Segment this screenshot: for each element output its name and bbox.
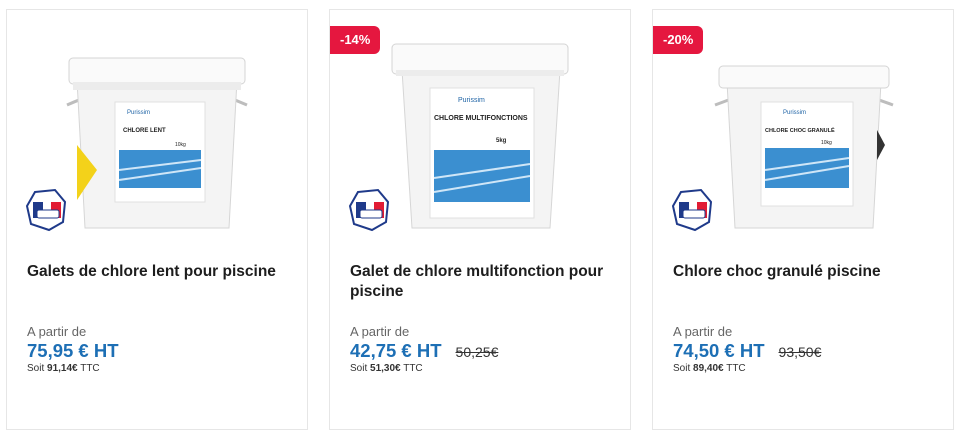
label-brand: Purissim: [458, 97, 485, 104]
product-title[interactable]: Chlore choc granulé piscine: [673, 262, 943, 282]
product-card[interactable]: Purissim CHLORE MULTIFONCTIONS 5kg -14% …: [329, 9, 631, 430]
old-price: 50,25€: [455, 344, 499, 360]
product-card[interactable]: Purissim CHLORE LENT 10kg Galets de chlo…: [6, 9, 308, 430]
old-price: 93,50€: [778, 344, 822, 360]
discount-badge: -14%: [330, 26, 381, 54]
product-card[interactable]: Purissim CHLORE CHOC GRANULÉ 10kg -20% C…: [652, 9, 954, 430]
label-brand: Purissim: [783, 110, 806, 116]
price-row: 74,50 € HT 93,50€: [673, 340, 821, 362]
ttc-suffix: TTC: [80, 363, 100, 374]
label-weight: 10kg: [821, 140, 832, 146]
ttc-prefix: Soit: [350, 363, 368, 374]
label-weight: 5kg: [496, 138, 507, 144]
ttc-value: 51,30€: [370, 363, 401, 374]
ttc-suffix: TTC: [726, 363, 746, 374]
price-ttc: Soit 89,40€ TTC: [673, 363, 746, 374]
product-title[interactable]: Galets de chlore lent pour piscine: [27, 262, 297, 282]
price-row: 42,75 € HT 50,25€: [350, 340, 498, 362]
price-row: 75,95 € HT: [27, 340, 119, 362]
label-product: CHLORE LENT: [123, 128, 166, 134]
label-product: CHLORE CHOC GRANULÉ: [765, 126, 835, 134]
ttc-prefix: Soit: [673, 363, 691, 374]
fabrique-en-france-flag-icon: [25, 188, 67, 232]
ttc-value: 89,40€: [693, 363, 724, 374]
price-ttc: Soit 91,14€ TTC: [27, 363, 100, 374]
from-label: A partir de: [673, 324, 733, 339]
ttc-value: 91,14€: [47, 363, 78, 374]
price-ttc: Soit 51,30€ TTC: [350, 363, 423, 374]
ttc-suffix: TTC: [403, 363, 423, 374]
label-weight: 10kg: [175, 142, 186, 148]
discount-badge: -20%: [653, 26, 704, 54]
label-brand: Purissim: [127, 110, 150, 116]
fabrique-en-france-flag-icon: [348, 188, 390, 232]
ttc-prefix: Soit: [27, 363, 45, 374]
product-title[interactable]: Galet de chlore multifonction pour pisci…: [350, 262, 620, 302]
from-label: A partir de: [27, 324, 87, 339]
fabrique-en-france-flag-icon: [671, 188, 713, 232]
from-label: A partir de: [350, 324, 410, 339]
label-product: CHLORE MULTIFONCTIONS: [434, 115, 528, 122]
price-ht: 75,95 € HT: [27, 340, 119, 361]
price-ht: 74,50 € HT: [673, 340, 765, 361]
price-ht: 42,75 € HT: [350, 340, 442, 361]
